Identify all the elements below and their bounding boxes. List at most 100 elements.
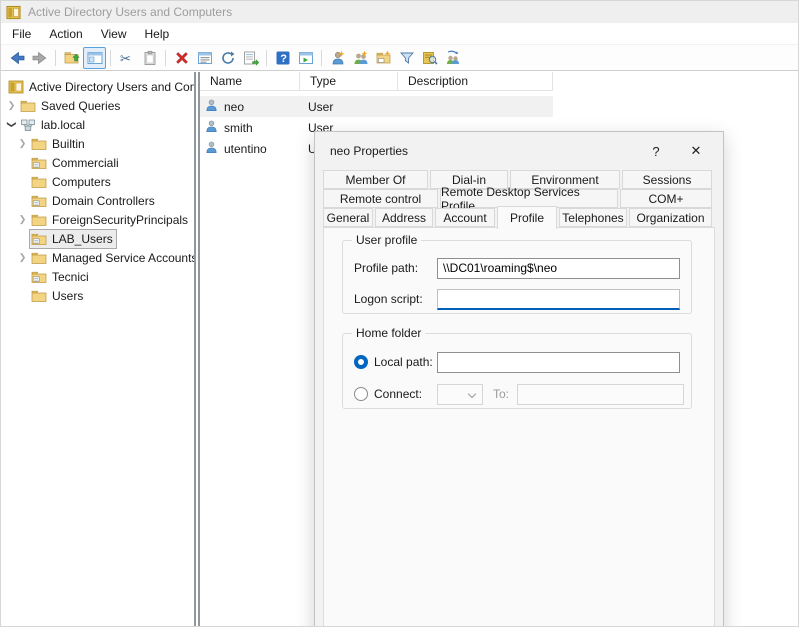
forward-arrow-button[interactable] [28,47,51,69]
cell-name: utentino [200,140,300,158]
tree-item-managed-service-accounts[interactable]: ❯ Managed Service Accounts [1,248,194,267]
dialog-help-button[interactable]: ? [643,144,669,159]
column-header-type[interactable]: Type [300,72,398,91]
connect-radio[interactable]: Connect: [354,387,437,401]
radio-unselected-icon [354,387,368,401]
tree-node-inner: ForeignSecurityPrincipals [29,210,192,230]
menu-view[interactable]: View [92,24,136,44]
delete-icon [174,50,190,66]
menu-action[interactable]: Action [40,24,91,44]
logon-script-label: Logon script: [354,292,437,306]
refresh-button[interactable] [216,47,239,69]
ou-folder-icon [31,231,47,247]
tree-item-commerciali[interactable]: Commerciali [1,153,194,172]
dialog-close-button[interactable]: ✕ [683,143,709,159]
tab-profile[interactable]: Profile [497,206,557,229]
tree-item-computers[interactable]: Computers [1,172,194,191]
delegate-icon [445,50,461,66]
tree-item-label: Managed Service Accounts [52,251,194,265]
tab-address[interactable]: Address [375,208,433,227]
menu-bar: FileActionViewHelp [1,23,798,45]
tab-telephones[interactable]: Telephones [559,208,627,227]
profile-path-input[interactable] [437,258,680,279]
cut-button[interactable]: ✂ [115,47,138,69]
export-list-icon [243,50,259,66]
tree-item-saved-queries[interactable]: ❯Saved Queries [1,96,194,115]
chevron-right-icon[interactable]: ❯ [5,100,18,111]
menu-file[interactable]: File [3,24,40,44]
properties-button[interactable] [193,47,216,69]
tab-general[interactable]: General [323,208,373,227]
tab-organization[interactable]: Organization [629,208,712,227]
help-button[interactable]: ? [271,47,294,69]
tree-node-inner: Computers [29,172,115,192]
tree-item-domain-controllers[interactable]: Domain Controllers [1,191,194,210]
export-list-button[interactable] [239,47,262,69]
tree-item-foreignsecurityprincipals[interactable]: ❯ ForeignSecurityPrincipals [1,210,194,229]
list-header: NameTypeDescription [200,72,798,91]
chevron-down-icon [468,389,476,397]
tree-item-label: Users [52,289,83,303]
chevron-down-icon[interactable]: ❯ [6,118,17,131]
logon-script-input[interactable] [437,289,680,310]
app-icon [6,5,21,20]
item-name-label: smith [224,121,253,135]
list-item-neo[interactable]: neoUser [200,96,553,117]
connect-to-input[interactable] [517,384,684,405]
console-window-button[interactable] [294,47,317,69]
local-path-input[interactable] [437,352,680,373]
find-button[interactable] [418,47,441,69]
delete-button[interactable] [170,47,193,69]
tree-item-label: Active Directory Users and Computers [29,80,194,94]
tree-item-tecnici[interactable]: Tecnici [1,267,194,286]
help-icon: ? [275,50,291,66]
user-icon [204,140,224,158]
new-user-button[interactable] [326,47,349,69]
tab-sessions[interactable]: Sessions [622,170,712,189]
delegate-button[interactable] [441,47,464,69]
new-group-button[interactable] [349,47,372,69]
paste-button[interactable] [138,47,161,69]
tree-item-active-directory-users-and-computers[interactable]: Active Directory Users and Computers [1,77,194,96]
tree-item-label: ForeignSecurityPrincipals [52,213,188,227]
item-name-label: utentino [224,142,267,156]
tree-item-lab-local[interactable]: ❯lab.local [1,115,194,134]
cut-icon: ✂ [119,50,135,66]
console-root-icon [8,79,24,95]
chevron-right-icon[interactable]: ❯ [16,138,29,149]
tab-member-of[interactable]: Member Of [323,170,428,189]
drive-letter-dropdown[interactable] [437,384,483,405]
show-console-tree-button[interactable] [83,47,106,69]
back-arrow-button[interactable] [5,47,28,69]
new-group-icon [353,50,369,66]
dialog-title-bar: neo Properties ? ✕ [315,132,723,170]
user-icon [204,98,224,116]
tree-item-users[interactable]: Users [1,286,194,305]
title-bar: Active Directory Users and Computers [1,1,798,23]
new-ou-button[interactable] [372,47,395,69]
toolbar-separator [165,50,166,66]
column-header-description[interactable]: Description [398,72,553,91]
filter-button[interactable] [395,47,418,69]
tab-remote-control[interactable]: Remote control [323,189,438,208]
menu-help[interactable]: Help [136,24,179,44]
home-folder-group: Home folder Local path: Connect: [342,333,692,409]
show-console-tree-icon [87,50,103,66]
tab-com+[interactable]: COM+ [620,189,712,208]
radio-selected-icon [354,355,368,369]
tree-item-builtin[interactable]: ❯Builtin [1,134,194,153]
local-path-radio[interactable]: Local path: [354,355,437,369]
chevron-right-icon[interactable]: ❯ [16,214,29,225]
user-profile-group: User profile Profile path: Logon script: [342,240,692,314]
tab-row-3: GeneralAddressAccountProfileTelephonesOr… [323,208,715,227]
tree-node-inner: LAB_Users [29,229,117,249]
up-one-level-button[interactable] [60,47,83,69]
forward-arrow-icon [32,50,48,66]
column-header-name[interactable]: Name [200,72,300,91]
tree-node-inner: Commerciali [29,153,123,173]
refresh-icon [220,50,236,66]
tab-account[interactable]: Account [435,208,495,227]
back-arrow-icon [9,50,25,66]
tree-item-lab-users[interactable]: LAB_Users [1,229,194,248]
chevron-right-icon[interactable]: ❯ [16,252,29,263]
